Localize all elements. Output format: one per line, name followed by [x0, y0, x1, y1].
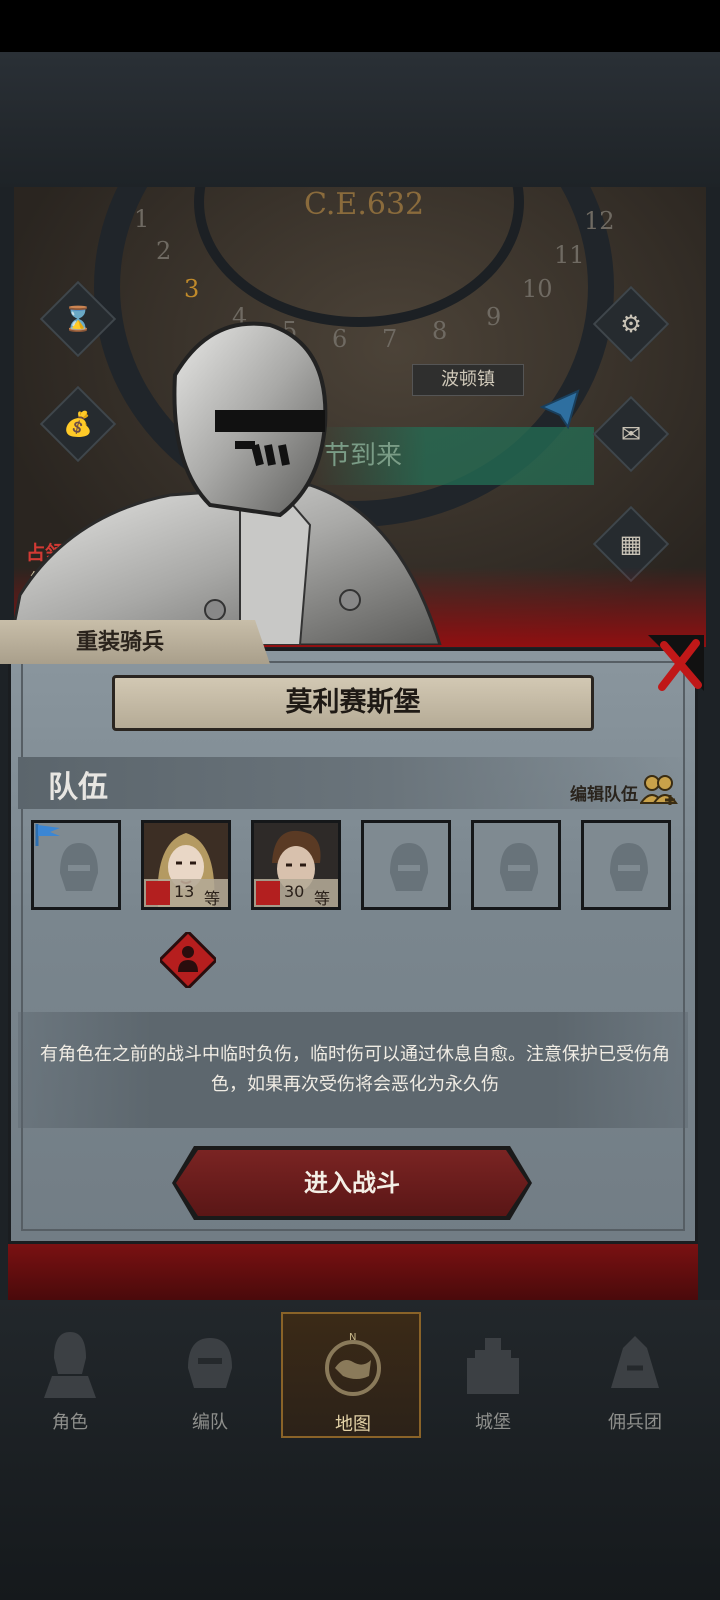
empty-slot-helmet-icon — [500, 843, 538, 891]
leader-flag-icon — [35, 824, 60, 846]
arrow-icon[interactable] — [534, 387, 584, 447]
ring-number-9: 9 — [486, 303, 501, 331]
slot-level-badge: 等级 13 — [144, 879, 228, 907]
slot-level-value: 30 — [284, 882, 305, 901]
unit-class-icon — [256, 881, 280, 905]
knight-portrait — [10, 321, 442, 645]
status-bar — [0, 0, 720, 52]
castle-icon — [467, 1338, 519, 1394]
formation-icon — [188, 1338, 232, 1388]
injury-notice: 有角色在之前的战斗中临时负伤，临时伤可以通过休息自愈。注意保护已受伤角色，如果再… — [40, 1044, 670, 1095]
ring-number-1: 1 — [134, 205, 149, 233]
nav-item-character[interactable]: 角色 — [0, 1312, 140, 1438]
ring-number-2: 2 — [156, 237, 171, 265]
compass-north-letter: N — [349, 1332, 356, 1343]
team-slot-4[interactable] — [361, 820, 451, 910]
slot-level-label: 等级 — [314, 889, 331, 908]
nav-item-formation[interactable]: 编队 — [140, 1312, 280, 1438]
nav-label: 角色 — [52, 1412, 88, 1433]
empty-slot-helmet-icon — [60, 843, 98, 891]
slot-level-text: 等级 30 — [284, 882, 330, 907]
team-slot-3[interactable]: 等级 30 — [251, 820, 341, 910]
edit-team-link[interactable]: 编辑队伍 — [570, 780, 638, 805]
nav-label: 佣兵团 — [608, 1412, 662, 1433]
unit-name-tab: 重装骑兵 — [0, 620, 270, 664]
nav-item-mercenary[interactable]: 佣兵团 — [565, 1312, 705, 1438]
team-label: 队伍 — [48, 770, 108, 805]
panel-border — [21, 661, 685, 1231]
castle-title: 莫利赛斯堡 — [112, 675, 594, 731]
character-icon — [44, 1332, 96, 1398]
bottom-nav: 角色 编队 N 地图 城堡 佣兵团 — [0, 1312, 720, 1438]
team-slot-6[interactable] — [581, 820, 671, 910]
ring-number-10: 10 — [522, 275, 553, 303]
top-fog — [0, 52, 720, 187]
nav-label: 城堡 — [475, 1412, 511, 1433]
envelope-icon: ✉ — [620, 420, 642, 448]
injured-character-icon[interactable] — [160, 932, 216, 988]
slot-level-badge: 等级 30 — [254, 879, 338, 907]
mercenary-icon — [611, 1336, 659, 1388]
unit-class-icon — [146, 881, 170, 905]
mail-button[interactable]: ✉ — [592, 395, 670, 473]
nav-label: 编队 — [192, 1412, 228, 1433]
slot-level-value: 13 — [174, 882, 195, 901]
gear-icon: ⚙ — [620, 310, 642, 338]
team-slot-5[interactable] — [471, 820, 561, 910]
nav-item-castle[interactable]: 城堡 — [423, 1312, 563, 1438]
edit-team-icon[interactable] — [640, 773, 678, 807]
nav-label: 地图 — [335, 1414, 371, 1435]
empty-slot-helmet-icon — [610, 843, 648, 891]
team-slot-2[interactable]: 等级 13 — [141, 820, 231, 910]
close-button[interactable] — [648, 635, 704, 691]
enter-battle-button[interactable]: 进入战斗 — [176, 1150, 528, 1216]
ring-number-12: 12 — [584, 207, 615, 235]
slot-level-text: 等级 13 — [174, 882, 220, 907]
ring-number-11: 11 — [554, 241, 585, 269]
window-icon: ▦ — [619, 530, 643, 558]
empty-slot-helmet-icon — [390, 843, 428, 891]
nav-item-map[interactable]: N 地图 — [281, 1312, 421, 1438]
ring-number-3: 3 — [184, 275, 199, 303]
map-bottom-bar — [8, 1244, 698, 1300]
slot-level-label: 等级 — [204, 889, 221, 908]
map-icon: N — [325, 1332, 381, 1396]
